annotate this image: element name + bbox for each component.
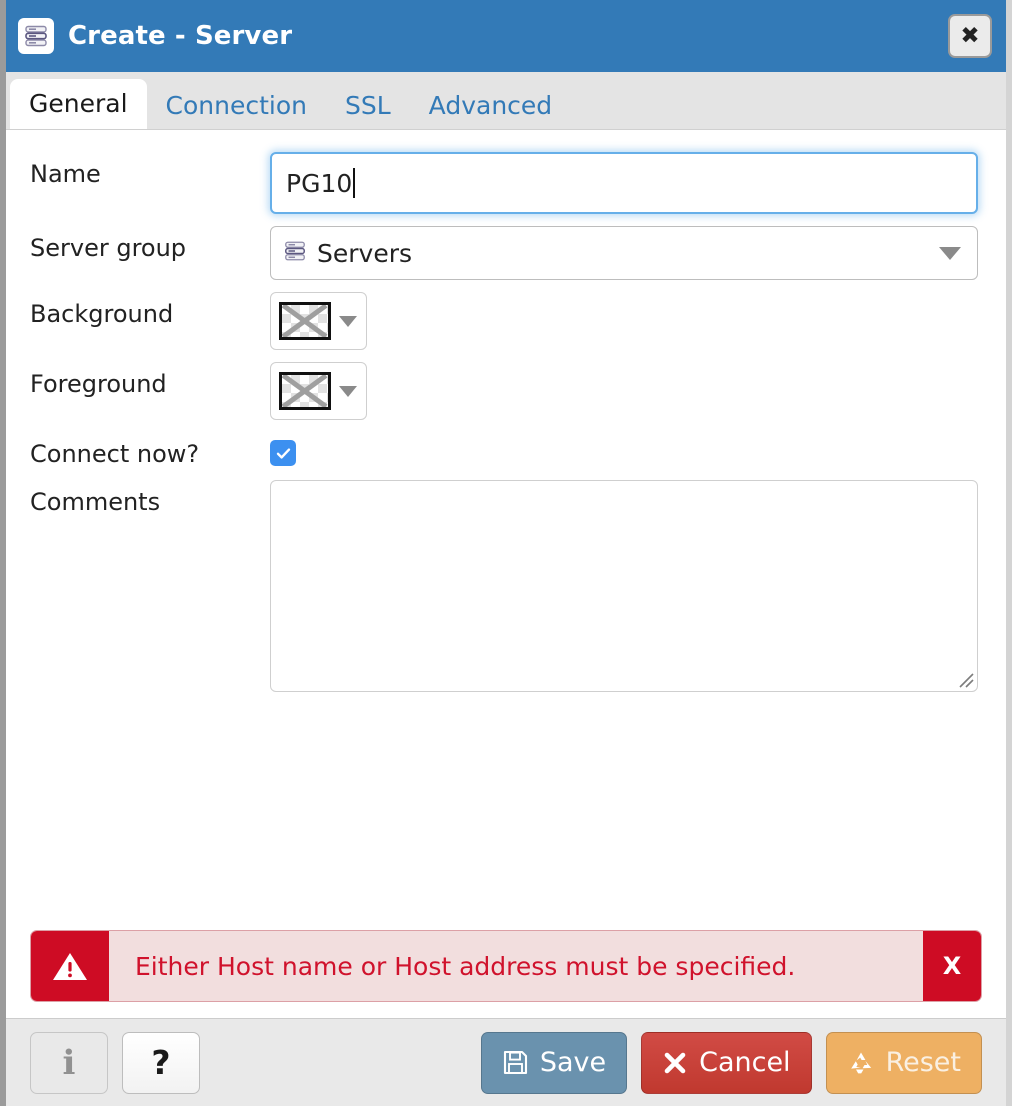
foreground-color-picker[interactable] <box>270 362 367 420</box>
tab-advanced[interactable]: Advanced <box>410 83 572 129</box>
footer-right-group: Save Cancel Reset <box>481 1032 982 1094</box>
connect-now-checkbox[interactable] <box>270 440 296 466</box>
foreground-color-swatch <box>279 372 331 410</box>
validation-alert: Either Host name or Host address must be… <box>30 930 982 1002</box>
cancel-button[interactable]: Cancel <box>641 1032 811 1094</box>
cancel-button-label: Cancel <box>699 1047 790 1078</box>
field-row-background: Background <box>30 292 982 350</box>
field-row-name: Name PG10 <box>30 152 982 214</box>
tab-connection[interactable]: Connection <box>147 83 326 129</box>
close-icon: X <box>943 952 962 980</box>
close-icon: ✖ <box>960 25 979 48</box>
close-icon <box>662 1050 688 1076</box>
info-button[interactable]: i <box>30 1032 108 1094</box>
chevron-down-icon <box>339 316 357 327</box>
reset-button-label: Reset <box>886 1047 961 1078</box>
resize-handle-icon[interactable] <box>954 668 974 688</box>
dialog-titlebar: Create - Server ✖ <box>6 0 1006 72</box>
connect-now-label: Connect now? <box>30 432 270 468</box>
floppy-disk-icon <box>502 1049 529 1076</box>
warning-triangle-icon <box>31 931 109 1001</box>
background-color-swatch <box>279 302 331 340</box>
background-label: Background <box>30 292 270 328</box>
field-row-server-group: Server group Servers <box>30 226 982 280</box>
tab-ssl[interactable]: SSL <box>326 83 410 129</box>
foreground-label: Foreground <box>30 362 270 398</box>
name-input[interactable]: PG10 <box>270 152 978 214</box>
create-server-dialog: Create - Server ✖ General Connection SSL… <box>0 0 1012 1106</box>
alert-container: Either Host name or Host address must be… <box>6 930 1006 1002</box>
chevron-down-icon <box>339 386 357 397</box>
field-row-foreground: Foreground <box>30 362 982 420</box>
tab-bar: General Connection SSL Advanced <box>6 72 1006 130</box>
comments-textarea[interactable] <box>270 480 978 692</box>
tab-general[interactable]: General <box>10 79 147 129</box>
name-input-value: PG10 <box>286 169 352 198</box>
check-icon <box>275 445 292 462</box>
question-mark-icon: ? <box>151 1046 170 1079</box>
field-row-connect-now: Connect now? <box>30 432 982 468</box>
server-stack-icon <box>283 239 307 267</box>
comments-label: Comments <box>30 480 270 516</box>
general-tab-panel: Name PG10 Server group <box>6 130 1006 930</box>
save-button[interactable]: Save <box>481 1032 627 1094</box>
footer-left-group: i ? <box>30 1032 200 1094</box>
server-stack-icon <box>18 18 54 54</box>
info-icon: i <box>63 1046 76 1080</box>
alert-close-button[interactable]: X <box>923 931 981 1001</box>
field-row-comments: Comments <box>30 480 982 692</box>
server-group-select[interactable]: Servers <box>270 226 978 280</box>
background-color-picker[interactable] <box>270 292 367 350</box>
close-button[interactable]: ✖ <box>948 14 992 58</box>
chevron-down-icon <box>939 247 961 260</box>
name-label: Name <box>30 152 270 188</box>
reset-button[interactable]: Reset <box>826 1032 982 1094</box>
recycle-icon <box>847 1049 875 1077</box>
dialog-title: Create - Server <box>68 21 292 51</box>
server-group-value: Servers <box>317 239 412 268</box>
save-button-label: Save <box>540 1047 606 1078</box>
server-group-label: Server group <box>30 226 270 262</box>
text-caret <box>353 168 355 198</box>
alert-message: Either Host name or Host address must be… <box>109 931 923 1001</box>
help-button[interactable]: ? <box>122 1032 200 1094</box>
dialog-footer: i ? Save Cancel <box>6 1018 1006 1106</box>
